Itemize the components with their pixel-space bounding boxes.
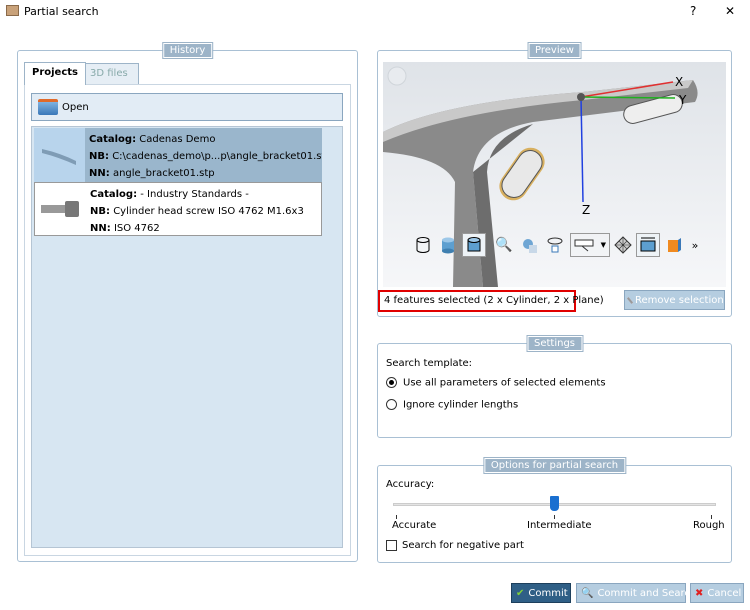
preview-title: Preview <box>527 42 582 59</box>
catalog-value: - Industry Standards - <box>140 189 249 200</box>
axis-y-label: Y <box>678 93 687 107</box>
nb-value: C:\cadenas_demo\p...p\angle_bracket01.st… <box>112 151 322 162</box>
dimension-cylinder-icon[interactable] <box>636 233 660 257</box>
tab-3d-files[interactable]: 3D files <box>82 63 139 85</box>
checkbox-label: Search for negative part <box>402 540 524 551</box>
catalog-value: Cadenas Demo <box>139 134 216 145</box>
mesh-icon[interactable] <box>611 233 635 257</box>
history-list: Catalog: Cadenas Demo NB: C:\cadenas_dem… <box>31 126 343 548</box>
commit-label: Commit <box>528 587 568 599</box>
nn-key: NN: <box>90 223 111 234</box>
history-item[interactable]: Catalog: - Industry Standards - NB: Cyli… <box>34 182 322 236</box>
nn-value: angle_bracket01.stp <box>112 168 215 179</box>
negative-part-checkbox[interactable]: Search for negative part <box>386 540 524 551</box>
bracket-thumbnail <box>34 128 85 182</box>
accuracy-slider-thumb[interactable] <box>550 496 559 511</box>
checkmark-icon: ✔ <box>516 587 525 599</box>
rotate-icon[interactable] <box>543 233 567 257</box>
search-check-icon: 🔍 <box>581 587 594 599</box>
wireframe-cylinder-icon[interactable] <box>411 233 435 257</box>
radio-use-all-parameters[interactable]: Use all parameters of selected elements <box>386 377 606 389</box>
measure-dropdown[interactable]: ▼ <box>570 233 610 257</box>
screw-thumbnail <box>35 183 86 235</box>
help-button[interactable]: ? <box>690 4 696 18</box>
catalog-key: Catalog: <box>89 134 137 145</box>
tick-label-intermediate: Intermediate <box>527 520 592 531</box>
tab-label: 3D files <box>90 68 128 79</box>
radio-button[interactable] <box>386 377 397 388</box>
tab-label: Projects <box>32 67 79 78</box>
axis-x-label: X <box>675 75 683 89</box>
nn-value: ISO 4762 <box>113 223 160 234</box>
more-tools-button[interactable]: » <box>683 233 707 257</box>
cancel-label: Cancel <box>707 587 742 599</box>
radio-label: Ignore cylinder lengths <box>403 399 519 411</box>
shaded-edges-icon[interactable] <box>462 233 486 257</box>
search-template-label: Search template: <box>386 358 473 369</box>
tick-label-rough: Rough <box>693 520 725 531</box>
history-title: History <box>161 42 214 59</box>
section-icon[interactable] <box>518 233 542 257</box>
cancel-x-icon: ✖ <box>695 587 704 599</box>
axis-z-label: Z <box>582 203 590 217</box>
tab-projects[interactable]: Projects <box>24 62 87 85</box>
selection-status: 4 features selected (2 x Cylinder, 2 x P… <box>378 290 604 312</box>
options-title: Options for partial search <box>482 457 627 474</box>
nb-key: NB: <box>89 151 109 162</box>
shaded-cylinder-icon[interactable] <box>436 233 460 257</box>
catalog-key: Catalog: <box>90 189 138 200</box>
app-icon <box>6 5 19 16</box>
nn-key: NN: <box>89 168 110 179</box>
open-label: Open <box>62 101 89 113</box>
tick <box>396 515 397 519</box>
zoom-icon[interactable]: 🔍 <box>492 233 516 257</box>
tick <box>711 515 712 519</box>
radio-label: Use all parameters of selected elements <box>403 377 606 389</box>
radio-ignore-cylinder-lengths[interactable]: Ignore cylinder lengths <box>386 399 518 411</box>
commit-and-search-button[interactable]: 🔍 Commit and Search <box>576 583 696 603</box>
chevron-down-icon: ▼ <box>600 241 606 249</box>
window-title: Partial search <box>24 5 99 18</box>
cancel-button[interactable]: ✖ Cancel <box>690 583 744 603</box>
remove-selection-label: Remove selection <box>635 294 724 306</box>
radio-button[interactable] <box>386 399 397 410</box>
tick-label-accurate: Accurate <box>392 520 437 531</box>
history-item[interactable]: Catalog: Cadenas Demo NB: C:\cadenas_dem… <box>34 128 322 182</box>
nb-key: NB: <box>90 206 110 217</box>
accuracy-label: Accuracy: <box>386 479 435 490</box>
folder-open-icon <box>38 99 58 115</box>
remove-selection-button[interactable]: Remove selection <box>624 290 725 310</box>
commit-search-label: Commit and Search <box>597 587 697 599</box>
nb-value: Cylinder head screw ISO 4762 M1.6x3 <box>113 206 304 217</box>
eraser-icon <box>626 296 634 304</box>
commit-button[interactable]: ✔ Commit <box>511 583 571 603</box>
tick <box>554 515 555 519</box>
checkbox[interactable] <box>386 540 397 551</box>
close-button[interactable]: ✕ <box>725 4 735 18</box>
settings-title: Settings <box>525 335 584 352</box>
open-button[interactable]: Open <box>31 93 343 121</box>
